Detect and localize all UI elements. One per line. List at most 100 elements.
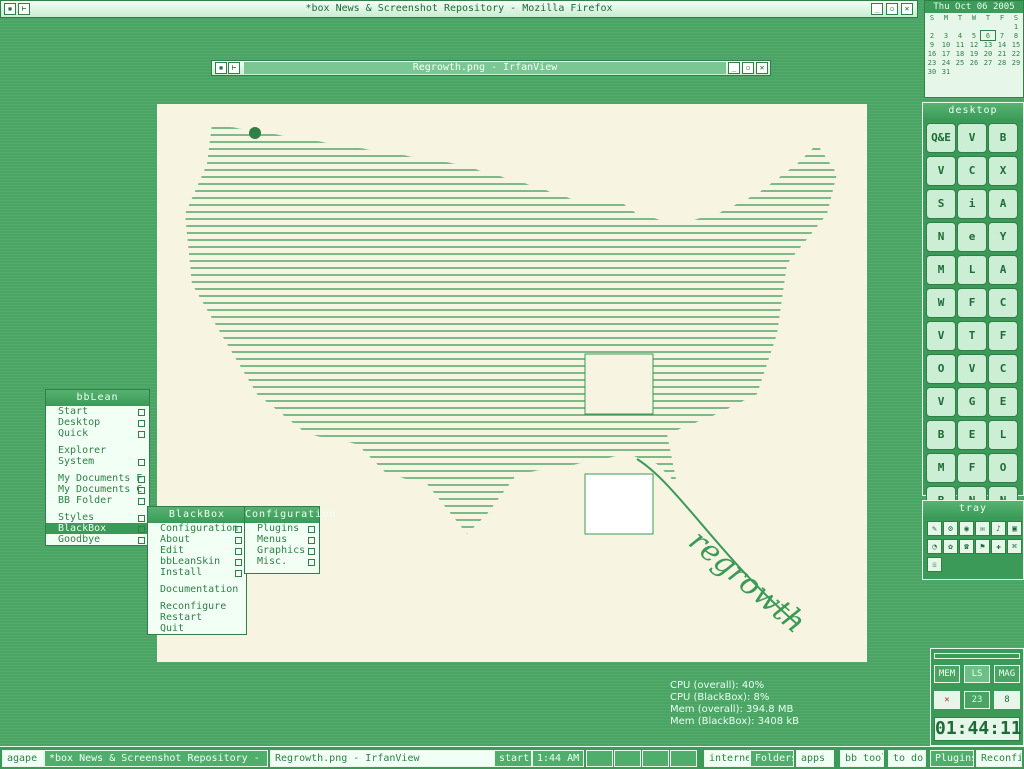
day[interactable]: 20 — [981, 49, 995, 58]
desktop-app-icon[interactable]: W — [926, 288, 956, 318]
desktop-app-icon[interactable]: O — [988, 453, 1018, 483]
menu-item-desktop[interactable]: Desktop — [46, 417, 149, 428]
desktop-app-icon[interactable]: V — [957, 123, 987, 153]
menu-item-explorer[interactable]: Explorer — [46, 445, 149, 456]
day[interactable]: 24 — [939, 58, 953, 67]
day[interactable] — [981, 22, 995, 31]
day[interactable]: 17 — [939, 49, 953, 58]
menu-item-restart[interactable]: Restart — [148, 612, 246, 623]
desktop-app-icon[interactable]: F — [988, 321, 1018, 351]
desktop-app-icon[interactable]: e — [957, 222, 987, 252]
day[interactable] — [967, 22, 981, 31]
desktop-app-icon[interactable]: G — [957, 387, 987, 417]
day[interactable]: 25 — [953, 58, 967, 67]
eight-ball-icon[interactable]: 8 — [994, 691, 1020, 709]
day[interactable]: 5 — [967, 31, 981, 40]
workspace-label[interactable]: agape — [2, 750, 44, 767]
desktop-app-icon[interactable]: L — [957, 255, 987, 285]
close-icon[interactable]: ✕ — [756, 62, 768, 74]
tray-app-icon[interactable]: ⌘ — [1007, 539, 1022, 554]
tray-app-icon[interactable]: ☎ — [959, 539, 974, 554]
menu-item-plugins[interactable]: Plugins — [245, 523, 319, 534]
day[interactable]: 31 — [939, 67, 953, 76]
day[interactable]: 8 — [1009, 31, 1023, 40]
menu-item-configuration[interactable]: Configuration — [148, 523, 246, 534]
day[interactable]: 19 — [967, 49, 981, 58]
menu-item-reconfigure[interactable]: Reconfigure — [148, 601, 246, 612]
desktop-app-icon[interactable]: S — [926, 189, 956, 219]
desktop-app-icon[interactable]: E — [957, 420, 987, 450]
day[interactable] — [953, 22, 967, 31]
day-today[interactable]: 6 — [980, 30, 996, 41]
day[interactable]: 29 — [1009, 58, 1023, 67]
desktop-app-icon[interactable]: B — [988, 123, 1018, 153]
workspace-4[interactable] — [670, 750, 697, 767]
desktop-app-icon[interactable]: F — [957, 288, 987, 318]
day[interactable]: 9 — [925, 40, 939, 49]
launch-folders[interactable]: Folders — [750, 750, 794, 767]
close-icon[interactable]: ✕ — [901, 3, 913, 15]
desktop-app-icon[interactable]: Y — [988, 222, 1018, 252]
desktop-app-icon[interactable]: V — [957, 354, 987, 384]
desktop-app-icon[interactable]: O — [926, 354, 956, 384]
maximize-icon[interactable]: ▫ — [742, 62, 754, 74]
tray-app-icon[interactable]: ◉ — [959, 521, 974, 536]
desktop-app-icon[interactable]: V — [926, 321, 956, 351]
desktop-app-icon[interactable]: A — [988, 189, 1018, 219]
irfanview-titlebar[interactable]: ▪ ⊢ Regrowth.png - IrfanView _ ▫ ✕ — [211, 60, 771, 76]
desktop-app-icon[interactable]: V — [926, 156, 956, 186]
day[interactable]: 15 — [1009, 40, 1023, 49]
desktop-app-icon[interactable]: A — [988, 255, 1018, 285]
workspace-1[interactable] — [586, 750, 613, 767]
tray-app-icon[interactable]: ⚙ — [943, 521, 958, 536]
desktop-app-icon[interactable]: C — [988, 354, 1018, 384]
desktop-app-icon[interactable]: C — [957, 156, 987, 186]
menu-item-styles[interactable]: Styles — [46, 512, 149, 523]
day[interactable]: 2 — [925, 31, 939, 40]
tray-app-icon[interactable]: ♪ — [991, 521, 1006, 536]
menu-item-about[interactable]: About — [148, 534, 246, 545]
tray-app-icon[interactable]: ⚑ — [975, 539, 990, 554]
desktop-app-icon[interactable]: M — [926, 453, 956, 483]
tray-app-icon[interactable]: ◔ — [927, 539, 942, 554]
mag-button[interactable]: MAG — [994, 665, 1020, 683]
tray-app-icon[interactable]: ✎ — [927, 521, 942, 536]
desktop-app-icon[interactable]: T — [957, 321, 987, 351]
desktop-app-icon[interactable]: V — [926, 387, 956, 417]
desktop-app-icon[interactable]: B — [926, 420, 956, 450]
day[interactable]: 30 — [925, 67, 939, 76]
desktop-app-icon[interactable]: E — [988, 387, 1018, 417]
menu-item-documentation[interactable]: Documentation — [148, 584, 246, 595]
day[interactable]: 11 — [953, 40, 967, 49]
task-irfanview[interactable]: Regrowth.png - IrfanView — [270, 750, 498, 767]
tray-app-icon[interactable]: ▣ — [1007, 521, 1022, 536]
desktop-app-icon[interactable]: M — [926, 255, 956, 285]
day[interactable]: 4 — [953, 31, 967, 40]
menu-item-install[interactable]: Install — [148, 567, 246, 578]
menu-item-start[interactable]: Start — [46, 406, 149, 417]
desktop-app-icon[interactable]: Q&E — [926, 123, 956, 153]
day[interactable]: 21 — [995, 49, 1009, 58]
desktop-app-icon[interactable]: F — [957, 453, 987, 483]
desktop-app-icon[interactable]: C — [988, 288, 1018, 318]
workspace-2[interactable] — [614, 750, 641, 767]
desktop-app-icon[interactable]: N — [926, 222, 956, 252]
tray-app-icon[interactable]: ☏ — [927, 557, 942, 572]
day[interactable]: 23 — [925, 58, 939, 67]
minimize-icon[interactable]: _ — [728, 62, 740, 74]
day[interactable]: 26 — [967, 58, 981, 67]
desktop-app-icon[interactable]: L — [988, 420, 1018, 450]
window-pin-icon[interactable]: ⊢ — [18, 3, 30, 15]
launch-to-do[interactable]: to do — [888, 750, 926, 767]
launch-bb-tools[interactable]: bb tools — [840, 750, 884, 767]
desktop-app-icon[interactable]: i — [957, 189, 987, 219]
day[interactable]: 7 — [995, 31, 1009, 40]
firefox-titlebar[interactable]: ▪ ⊢ *box News & Screenshot Repository - … — [0, 0, 918, 18]
day[interactable]: 27 — [981, 58, 995, 67]
day[interactable]: 1 — [1009, 22, 1023, 31]
day[interactable]: 13 — [981, 40, 995, 49]
launch-plugins[interactable]: Plugins — [930, 750, 974, 767]
window-menu-icon[interactable]: ▪ — [4, 3, 16, 15]
menu-item-bb-folder[interactable]: BB Folder — [46, 495, 149, 506]
tray-app-icon[interactable]: ✉ — [975, 521, 990, 536]
